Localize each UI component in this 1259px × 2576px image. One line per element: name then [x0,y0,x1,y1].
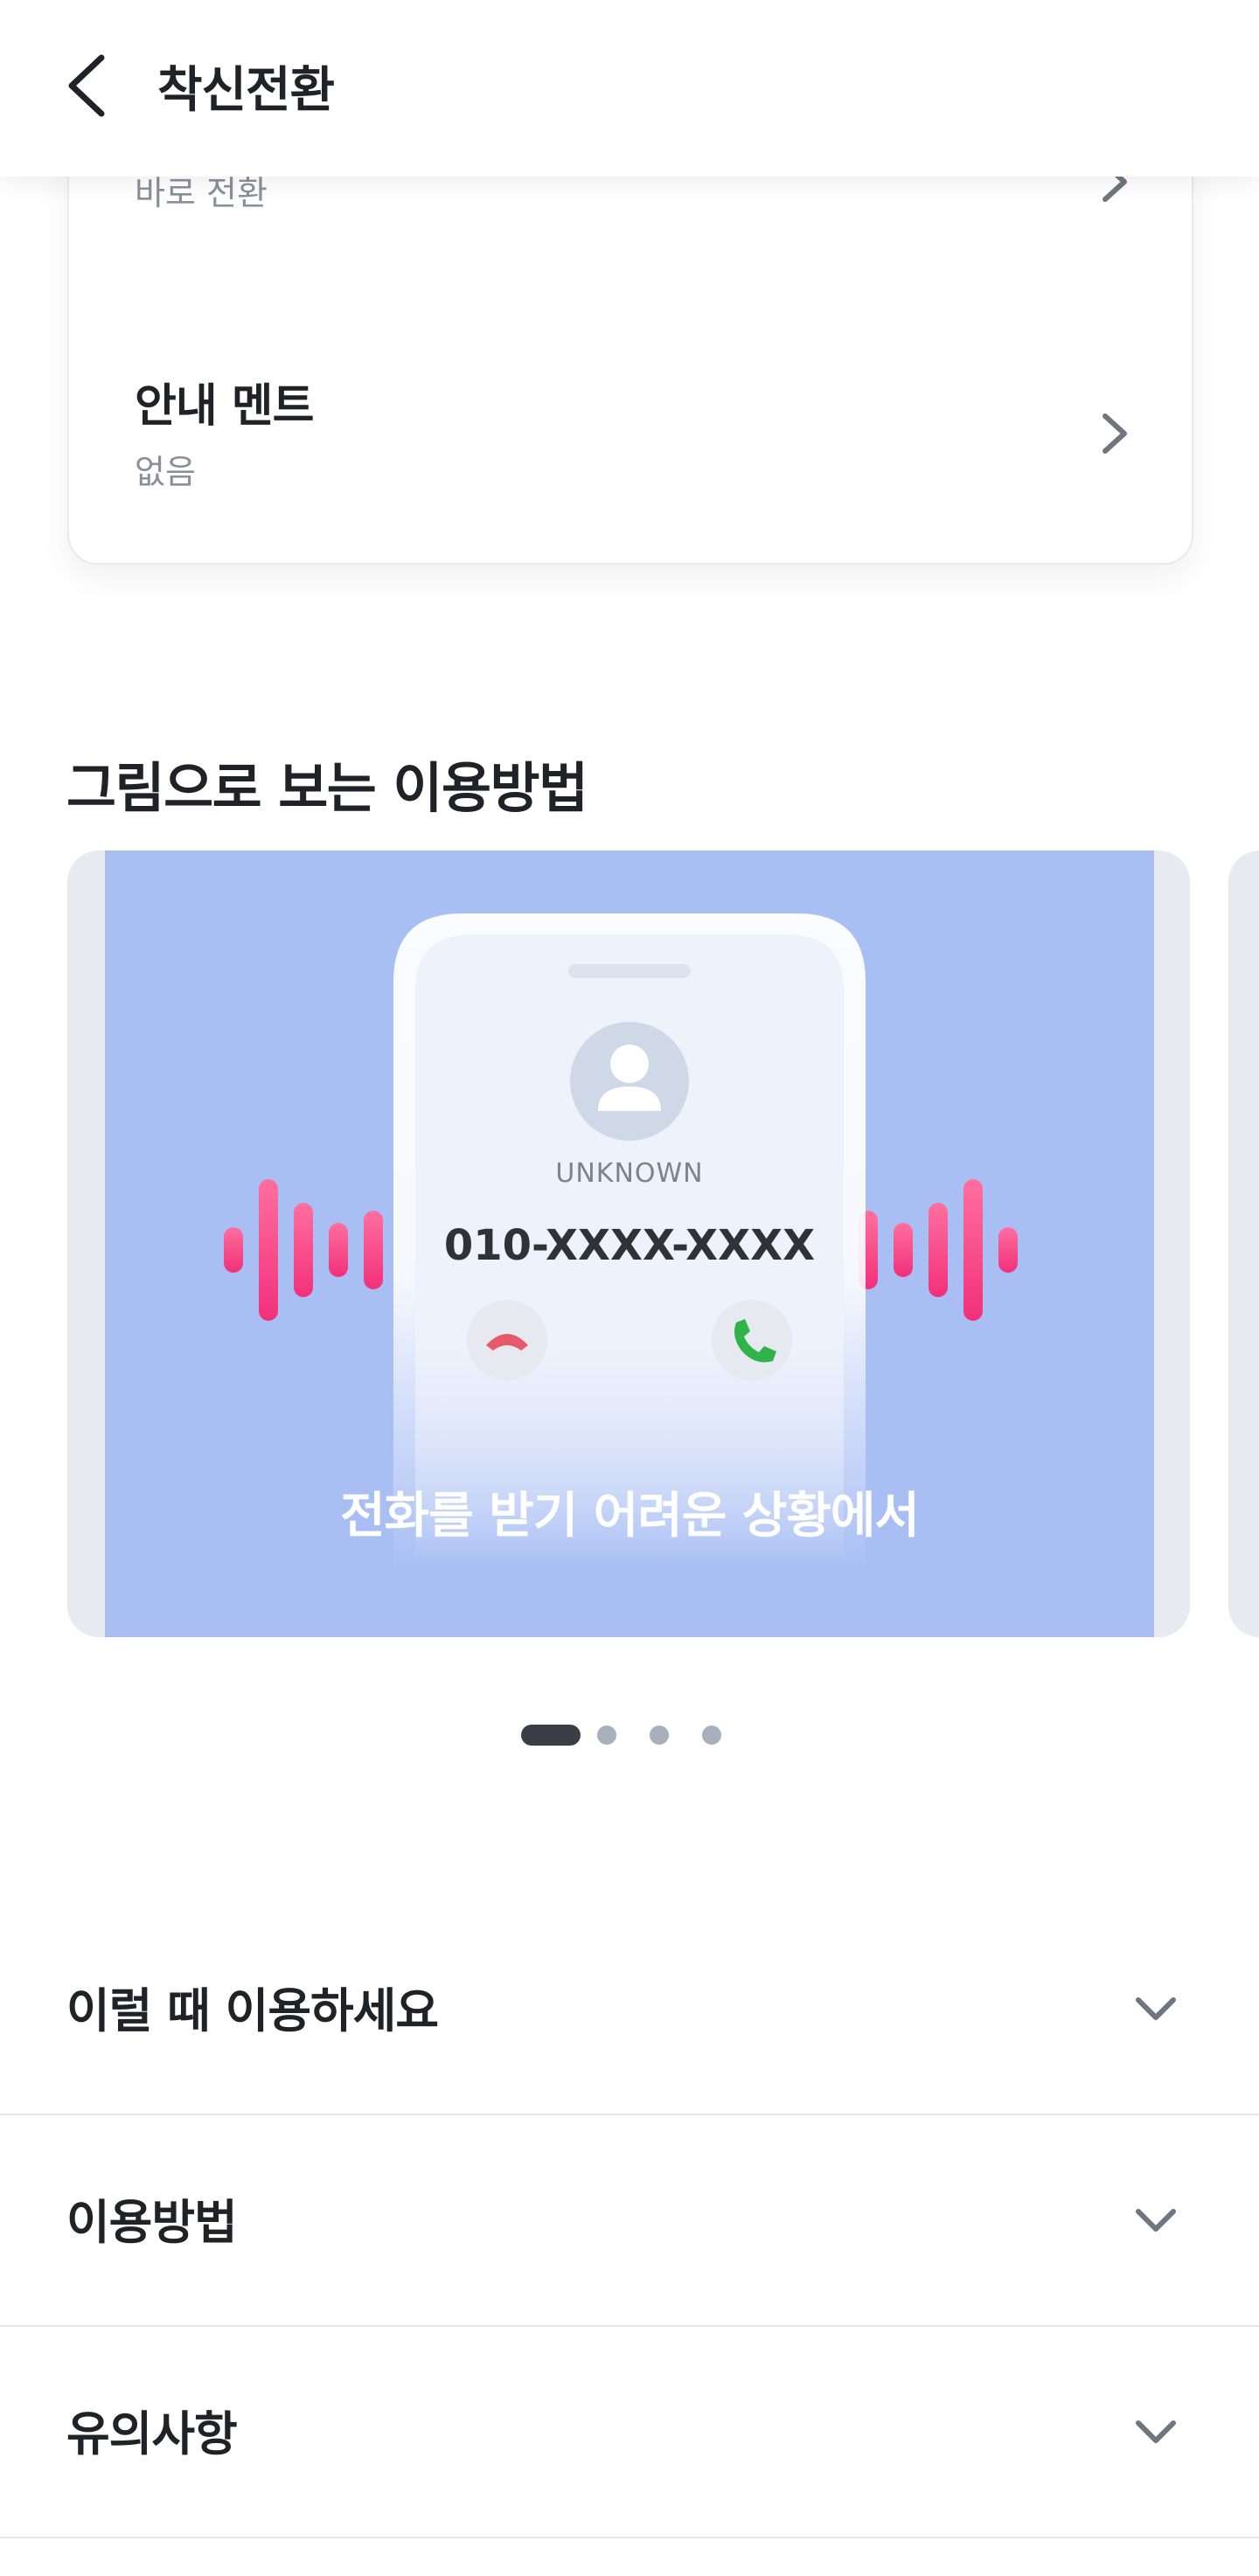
sound-wave-left-icon [224,1179,383,1321]
guide-carousel[interactable]: UNKNOWN 010-XXXX-XXXX 전화를 받기 어려운 상황에서 [67,851,1190,1637]
app-bar: 착신전환 [0,0,1259,177]
chevron-left-icon [68,54,105,117]
chevron-down-icon [1136,2420,1176,2443]
next-slide-peek[interactable] [1228,851,1259,1637]
back-button[interactable] [63,49,119,122]
caller-label: UNKNOWN [555,1158,704,1189]
accordion-label: 이용방법 [66,2195,238,2250]
setting-value: 없음 [135,453,196,491]
accept-call-icon [712,1300,792,1380]
caller-number: 010-XXXX-XXXX [443,1221,816,1270]
setting-row-transfer-mode[interactable]: 바로 전환 [135,162,1131,262]
setting-row-guide-message[interactable]: 안내 멘트 없음 [135,369,1131,500]
pagination-dot[interactable] [650,1725,669,1745]
accordion-precautions[interactable]: 유의사항 [0,2327,1259,2538]
section-title: 그림으로 보는 이용방법 [66,756,588,821]
chevron-down-icon [1136,2209,1176,2232]
chevron-down-icon [1136,1997,1176,2020]
sound-wave-right-icon [859,1179,1018,1321]
accordion-when-to-use[interactable]: 이럴 때 이용하세요 [0,1904,1259,2115]
setting-label: 안내 멘트 [135,380,314,433]
pagination-dot[interactable] [597,1725,616,1745]
avatar-icon [570,1022,689,1141]
accordion-label: 유의사항 [66,2406,238,2461]
carousel-slide: UNKNOWN 010-XXXX-XXXX 전화를 받기 어려운 상황에서 [105,851,1154,1637]
decline-call-icon [467,1300,547,1380]
accordion-how-to-use[interactable]: 이용방법 [0,2115,1259,2327]
settings-card: 바로 전환 안내 멘트 없음 [67,131,1193,565]
slide-caption: 전화를 받기 어려운 상황에서 [340,1488,920,1545]
chevron-right-icon [1102,413,1127,454]
pagination-dot[interactable] [702,1725,721,1745]
page-title: 착신전환 [157,62,335,119]
carousel-pagination [0,1724,1259,1746]
pagination-dot-active[interactable] [521,1725,581,1746]
accordion-label: 이럴 때 이용하세요 [66,1983,439,2038]
